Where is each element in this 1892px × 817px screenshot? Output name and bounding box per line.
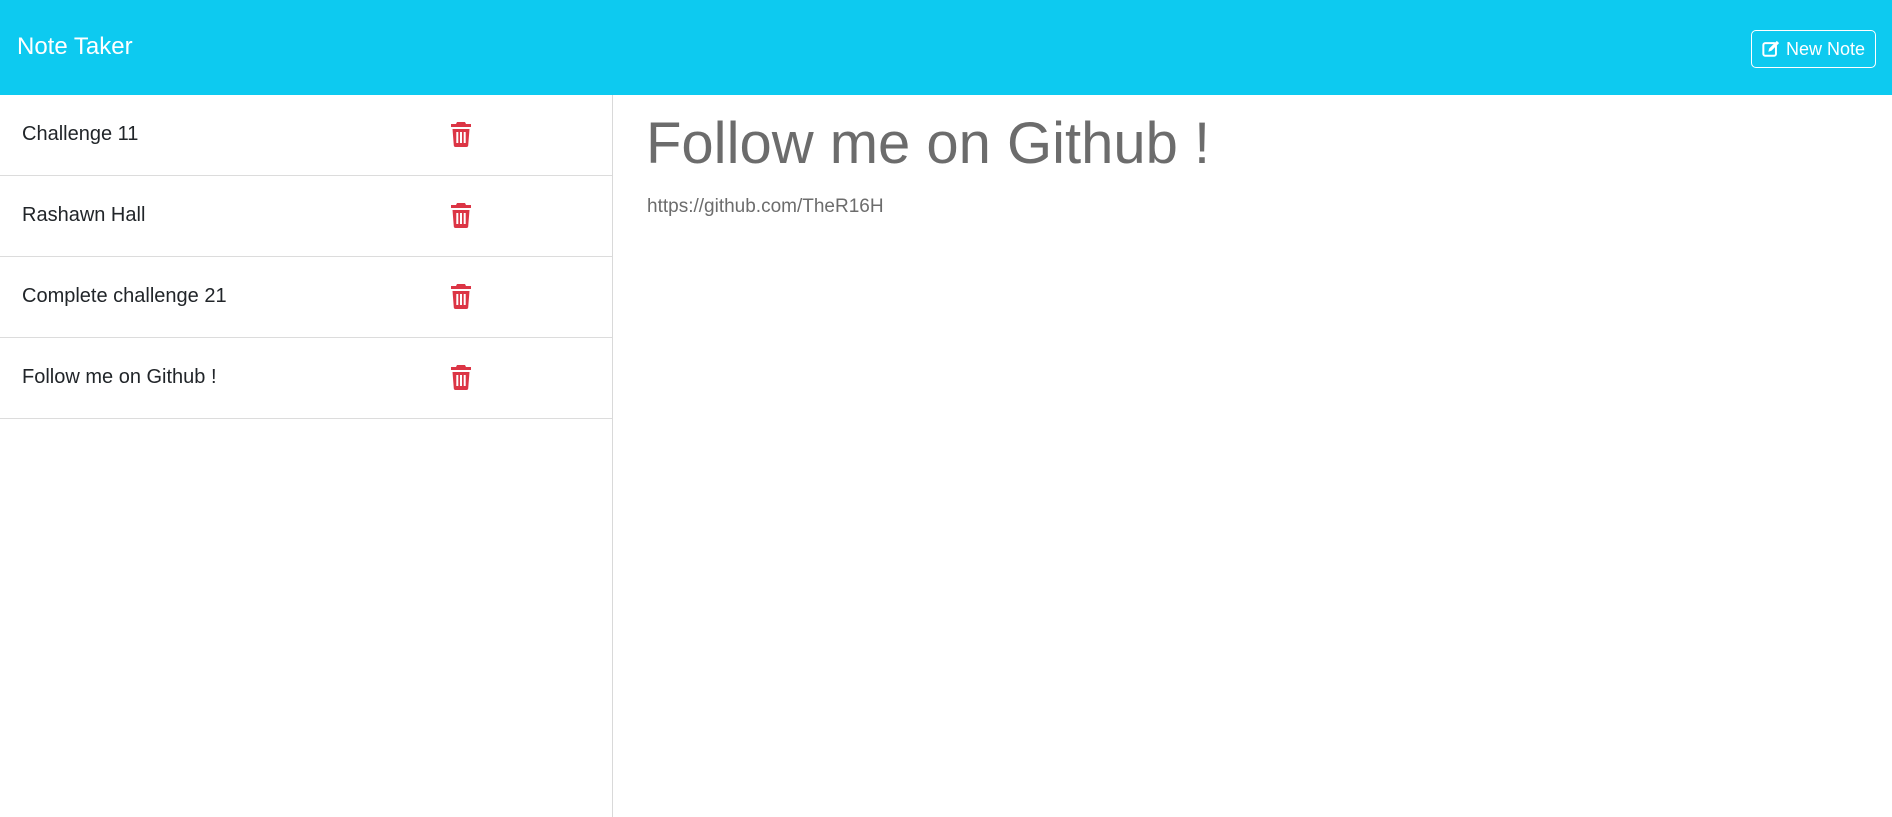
note-list-item-title: Challenge 11 bbox=[22, 123, 139, 145]
note-list-item[interactable]: Challenge 11 bbox=[0, 95, 612, 176]
trash-icon[interactable] bbox=[450, 121, 472, 147]
new-note-button[interactable]: New Note bbox=[1750, 30, 1876, 68]
note-list-item[interactable]: Rashawn Hall bbox=[0, 176, 612, 257]
note-title-field[interactable]: Follow me on Github ! bbox=[646, 109, 1210, 179]
pen-to-square-icon bbox=[1762, 40, 1780, 58]
note-list-item-title: Complete challenge 21 bbox=[22, 285, 227, 307]
app-title[interactable]: Note Taker bbox=[17, 31, 133, 63]
note-text-field[interactable]: https://github.com/TheR16H bbox=[647, 195, 884, 219]
note-list-item[interactable]: Follow me on Github ! bbox=[0, 338, 612, 419]
note-list-item[interactable]: Complete challenge 21 bbox=[0, 257, 612, 338]
trash-icon[interactable] bbox=[450, 364, 472, 390]
trash-icon[interactable] bbox=[450, 283, 472, 309]
navbar: Note Taker New Note bbox=[0, 0, 1892, 95]
new-note-label: New Note bbox=[1785, 38, 1865, 59]
note-list: Challenge 11 Rashawn Hall Complete chall… bbox=[0, 95, 612, 419]
note-list-item-title: Follow me on Github ! bbox=[22, 366, 217, 388]
trash-icon[interactable] bbox=[450, 202, 472, 228]
note-list-item-title: Rashawn Hall bbox=[22, 204, 146, 226]
notes-sidebar: Challenge 11 Rashawn Hall Complete chall… bbox=[0, 95, 613, 817]
note-editor: Follow me on Github ! https://github.com… bbox=[613, 95, 1892, 817]
